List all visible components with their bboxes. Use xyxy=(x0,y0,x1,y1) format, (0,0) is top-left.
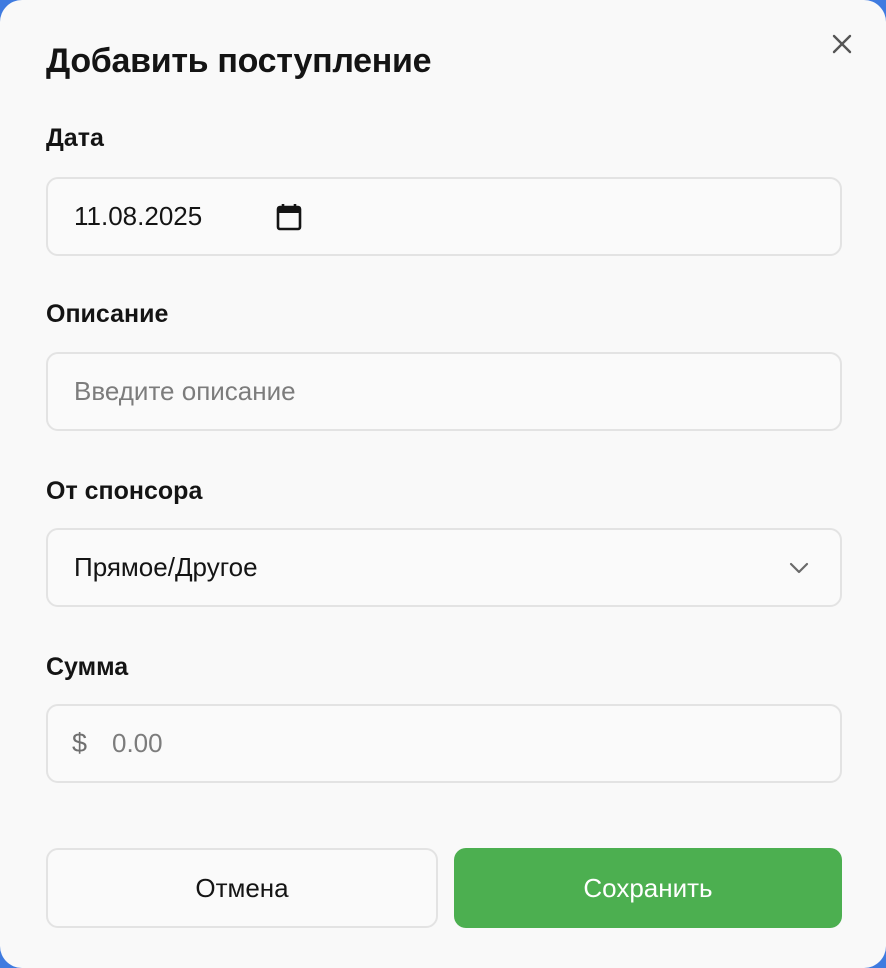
amount-input[interactable]: $ 0.00 xyxy=(46,704,842,783)
date-label: Дата xyxy=(46,124,104,152)
chevron-down-icon xyxy=(789,562,809,574)
dialog-title: Добавить поступление xyxy=(46,42,432,80)
sponsor-select[interactable]: Прямое/Другое xyxy=(46,528,842,607)
description-input[interactable]: Введите описание xyxy=(46,352,842,431)
close-icon xyxy=(832,34,852,54)
add-income-dialog: Добавить поступление Дата 11.08.2025 Опи… xyxy=(0,0,886,968)
description-placeholder: Введите описание xyxy=(74,376,296,406)
amount-placeholder: 0.00 xyxy=(112,728,163,758)
sponsor-label: От спонсора xyxy=(46,477,203,505)
sponsor-selected-value: Прямое/Другое xyxy=(74,552,258,582)
currency-symbol: $ xyxy=(72,728,88,758)
amount-label: Сумма xyxy=(46,653,129,681)
date-value: 11.08.2025 xyxy=(74,201,203,231)
calendar-icon[interactable] xyxy=(276,203,302,231)
date-field[interactable]: 11.08.2025 xyxy=(46,177,842,256)
save-button[interactable]: Сохранить xyxy=(454,848,842,928)
close-button[interactable] xyxy=(826,28,858,60)
cancel-button[interactable]: Отмена xyxy=(46,848,438,928)
description-label: Описание xyxy=(46,300,169,328)
